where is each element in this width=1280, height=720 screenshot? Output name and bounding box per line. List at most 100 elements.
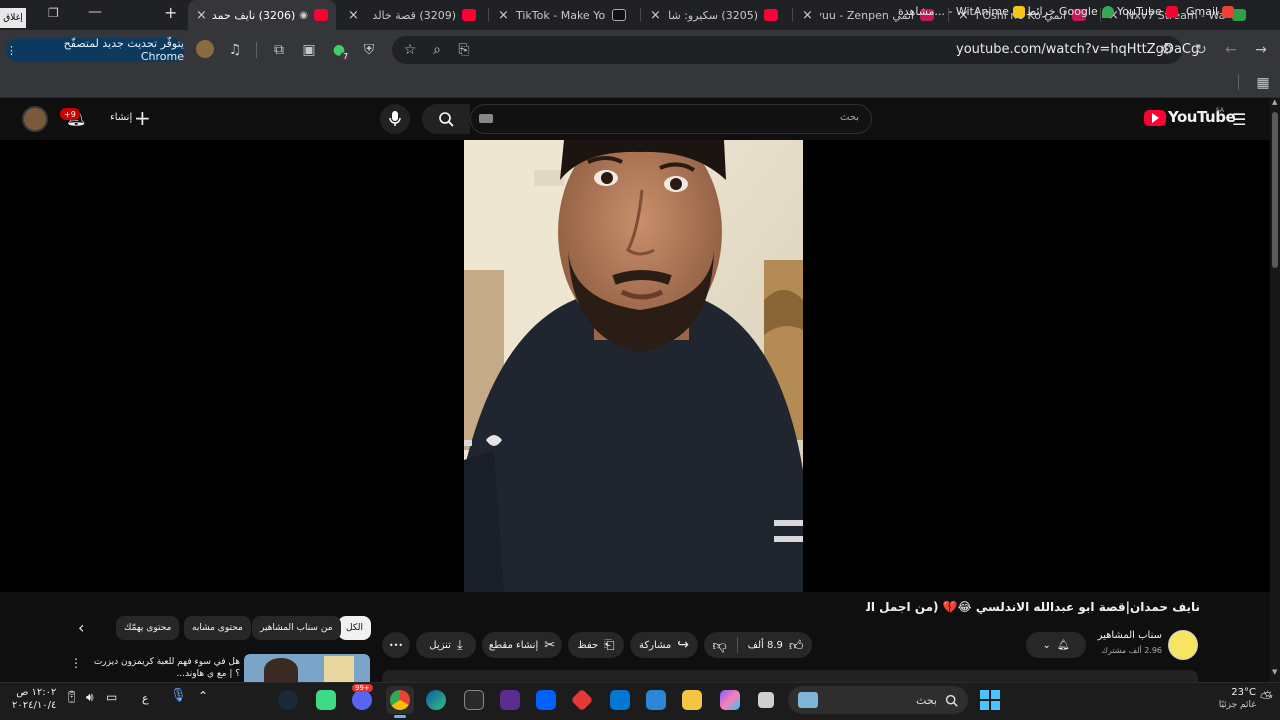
clock[interactable]: ١٢:٠٢ ص ٢٠٢٤/١٠/٤ (12, 686, 56, 712)
youtube-favicon-icon (314, 9, 328, 21)
start-button[interactable] (976, 686, 1004, 714)
media-control-icon[interactable]: ♫ (224, 39, 246, 61)
site-settings-icon[interactable]: ⚙ (1156, 39, 1178, 61)
taskbar-search-box[interactable]: بحث (788, 686, 968, 714)
taskbar-chrome[interactable] (386, 686, 414, 714)
zoom-icon[interactable]: ⌕ (426, 39, 448, 61)
download-button[interactable]: ⤓ تنزيل (416, 632, 476, 658)
search-icon (945, 694, 958, 707)
create-plus-icon[interactable]: + (134, 106, 151, 130)
restore-window-icon[interactable]: ❐ (48, 6, 59, 20)
channel-avatar[interactable] (1168, 630, 1198, 660)
clip-button[interactable]: ✂ إنشاء مقطع (482, 632, 562, 658)
related-more-icon[interactable]: ⋮ (70, 656, 82, 670)
close-tab-icon[interactable]: × (348, 8, 359, 23)
store-icon (646, 690, 666, 710)
save-button[interactable]: ⎗ حفظ (568, 632, 624, 658)
taskbar-edge[interactable] (422, 686, 450, 714)
kebab-menu-icon: ⋮ (6, 43, 17, 57)
taskbar-android[interactable] (312, 686, 340, 714)
tray-overflow-chevron-icon[interactable]: ⌃ (198, 689, 208, 703)
channel-name[interactable]: سناب المشاهير (1098, 630, 1162, 641)
bookmark-google-maps[interactable]: خرائط Google (1026, 5, 1114, 18)
bell-icon: 🔔︎ (1056, 639, 1070, 651)
save-label: حفظ (577, 639, 599, 651)
youtube-logo-text[interactable]: YouTube (1168, 108, 1236, 126)
search-highlight-icon (798, 692, 818, 708)
create-label[interactable]: إنشاء (110, 112, 132, 123)
all-bookmarks-icon[interactable]: ▦ (1252, 72, 1274, 94)
tab-active[interactable]: ◉ (3206) نايف حمدان × (188, 0, 336, 30)
extension-app-icon[interactable]: ▣ (298, 39, 320, 61)
chip-for-you[interactable]: محتوى يهمّك (116, 616, 180, 640)
bookmark-witanime[interactable]: مشاهدة... - WitAnime (898, 5, 1025, 18)
taskbar-file-explorer[interactable] (678, 686, 706, 714)
youtube-favicon-icon (462, 9, 476, 21)
taskbar-store[interactable] (642, 686, 670, 714)
close-tab-icon[interactable]: × (196, 8, 207, 23)
reload-icon[interactable]: ↻ (1190, 39, 1212, 61)
search-button[interactable] (422, 104, 470, 134)
chip-related[interactable]: محتوى مشابه (184, 616, 251, 640)
volume-icon[interactable]: 🔊︎ (86, 690, 94, 705)
share-button[interactable]: ↪ مشاركة (630, 632, 698, 658)
close-tab-icon[interactable]: × (650, 8, 661, 23)
description-box[interactable] (382, 670, 1198, 682)
notification-badge: +9 (60, 108, 80, 120)
subscription-bell-button[interactable]: 🔔︎ ⌄ (1026, 632, 1086, 658)
shield-icon[interactable]: ⛨ (358, 39, 380, 61)
display-icon[interactable]: ▭ (106, 690, 117, 704)
bookmark-gmail[interactable]: Gmail (1186, 5, 1235, 18)
profile-avatar[interactable] (196, 40, 214, 58)
taskbar-app-red[interactable] (568, 686, 596, 714)
chrome-update-button[interactable]: يتوفّر تحديث جديد لمتصفّح Chrome ⋮ (6, 37, 184, 63)
weather-widget[interactable]: 23°C غائم جزئيًا (1206, 686, 1256, 712)
taskbar-copilot[interactable] (716, 686, 744, 714)
tab-sekiro[interactable]: (3205) سكيرو: شادوز × (646, 0, 786, 30)
youtube-logo-icon[interactable] (1144, 110, 1166, 126)
close-tab-icon[interactable]: × (802, 8, 813, 23)
related-video-title[interactable]: هل في سوء فهم للعبة كريمزون ديزرت ؟ | مع… (92, 656, 240, 680)
taskbar-outlook[interactable] (606, 686, 634, 714)
region-code: SA (1216, 107, 1225, 114)
dislike-icon[interactable]: 👎︎ (712, 637, 726, 654)
download-label: تنزيل (429, 639, 451, 651)
taskbar-epic-games[interactable] (460, 686, 488, 714)
chip-from-channel[interactable]: من سناب المشاهير (252, 616, 341, 640)
like-icon[interactable]: 👍︎ (789, 637, 804, 654)
bookmark-youtube[interactable]: YouTube (1117, 5, 1178, 18)
close-tab-icon[interactable]: × (498, 8, 509, 23)
minimize-window-icon[interactable]: — (88, 4, 102, 20)
forward-icon[interactable]: ← (1220, 39, 1242, 61)
microphone-tray-icon[interactable]: 🎙︎ (170, 688, 187, 703)
taskbar-task-view[interactable] (752, 686, 780, 714)
related-video-thumbnail[interactable] (244, 654, 370, 682)
taskbar-steam[interactable] (274, 686, 302, 714)
install-app-icon[interactable]: ⎘ (453, 39, 475, 61)
scrollbar-thumb[interactable] (1272, 112, 1278, 268)
video-frame[interactable] (464, 140, 803, 592)
scissors-icon: ✂ (544, 637, 556, 653)
like-count[interactable]: 8.9 ألف (748, 640, 783, 651)
keyboard-language[interactable]: ع (142, 692, 149, 705)
close-hint-label: إغلاق (0, 8, 26, 28)
taskbar-dropbox[interactable] (532, 686, 560, 714)
tab-tiktok[interactable]: TikTok - Make Your Day × (494, 0, 634, 30)
battery-icon[interactable]: 🔋︎ (64, 690, 79, 704)
chips-scroll-chevron-icon[interactable]: ‹ (78, 618, 84, 637)
red-diamond-icon (570, 688, 594, 712)
back-icon[interactable]: → (1250, 39, 1272, 61)
tab-story-khaled[interactable]: (3209) قصة خالد وبندر × (344, 0, 484, 30)
voice-search-button[interactable] (380, 104, 410, 134)
bookmark-star-icon[interactable]: ☆ (399, 39, 421, 61)
search-input[interactable]: بحث (470, 104, 872, 134)
page-scrollbar[interactable]: ▲ ▼ (1270, 98, 1280, 682)
account-avatar[interactable] (22, 106, 48, 132)
more-actions-button[interactable]: ••• (382, 632, 410, 658)
taskbar-visual-studio[interactable] (496, 686, 524, 714)
extensions-icon[interactable]: ⧉ (268, 39, 290, 61)
keyboard-icon[interactable] (479, 114, 493, 123)
new-tab-icon[interactable]: + (164, 3, 177, 22)
chip-all[interactable]: الكل (338, 616, 372, 640)
hamburger-menu-icon[interactable]: ☰ (1232, 110, 1246, 129)
